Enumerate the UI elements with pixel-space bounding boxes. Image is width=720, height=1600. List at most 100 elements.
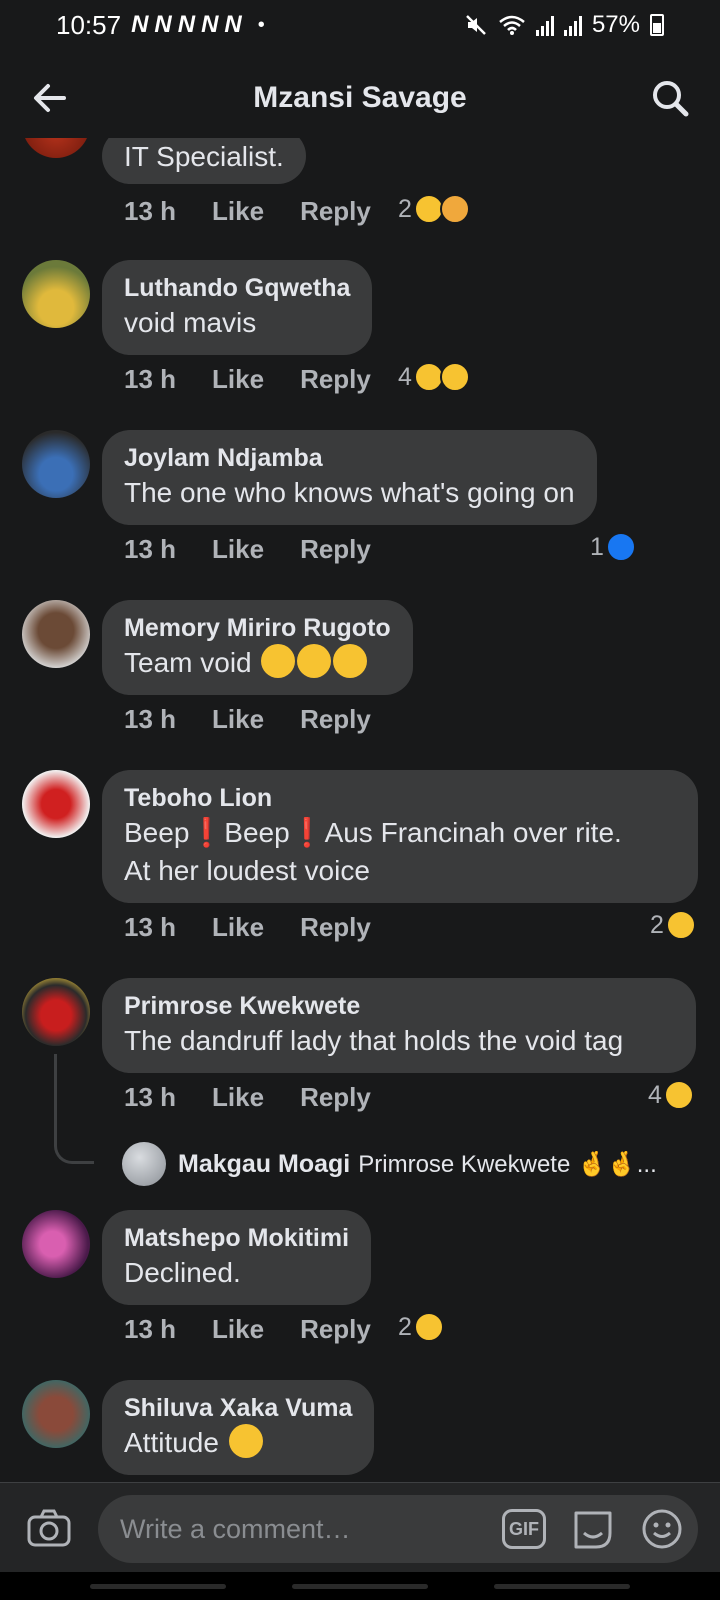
reply-author[interactable]: Makgau Moagi	[178, 1150, 350, 1179]
like-button[interactable]: Like	[212, 912, 264, 943]
like-button[interactable]: Like	[212, 196, 264, 227]
avatar[interactable]	[22, 600, 90, 668]
comment-actions: 13 h Like Reply	[124, 364, 407, 395]
comment-bubble[interactable]: Primrose Kwekwete The dandruff lady that…	[102, 978, 696, 1073]
comment-time: 13 h	[124, 1082, 177, 1112]
page-title: Mzansi Savage	[253, 81, 467, 114]
eye-roll-emoji-icon	[228, 1424, 263, 1458]
reply-button[interactable]: Reply	[300, 196, 371, 227]
reaction-count: 2	[398, 1312, 412, 1341]
camera-icon[interactable]	[26, 1507, 72, 1549]
commenter-name[interactable]: Teboho Lion	[124, 782, 676, 814]
reaction-summary[interactable]: 2	[398, 194, 470, 224]
status-time: 10:57	[56, 9, 122, 40]
laugh-emoji-icon	[665, 910, 696, 940]
rofl-emoji-icon	[333, 644, 368, 678]
comment-time: 13 h	[124, 912, 177, 942]
comment-text-line2: At her loudest voice	[124, 855, 370, 886]
avatar[interactable]	[122, 1142, 166, 1186]
like-button[interactable]: Like	[212, 1314, 264, 1345]
comment-actions: 13 h Like Reply	[124, 704, 407, 735]
comment-bubble[interactable]: Matshepo Mokitimi Declined.	[102, 1210, 372, 1305]
like-button[interactable]: Like	[212, 704, 264, 735]
comment-bubble[interactable]: Shiluva Xaka Vuma Attitude	[102, 1380, 375, 1475]
comment-text: IT Specialist.	[124, 141, 284, 172]
comment-actions: 13 h Like Reply	[124, 1314, 407, 1345]
comment-time: 13 h	[124, 364, 177, 394]
search-icon[interactable]	[648, 76, 692, 120]
like-button[interactable]: Like	[212, 534, 264, 565]
mute-icon	[466, 15, 486, 35]
like-button[interactable]: Like	[212, 364, 264, 395]
text-segment: Aus Francinah over rite.	[324, 817, 622, 848]
notification-icons: NNNNN	[131, 11, 248, 38]
comment-text: Attitude	[124, 1427, 219, 1458]
reply-text: Primrose Kwekwete 🤞🤞...	[358, 1150, 657, 1178]
battery-percent: 57%	[591, 11, 640, 38]
comment-text-line1: Beep❗Beep❗Aus Francinah over rite.	[124, 814, 676, 852]
avatar[interactable]	[22, 770, 90, 838]
signal-icon-2	[563, 14, 582, 36]
system-nav-bar	[0, 1572, 720, 1600]
gif-button[interactable]: GIF	[502, 1509, 546, 1549]
nav-pill[interactable]	[292, 1584, 428, 1589]
reaction-summary[interactable]: 2	[650, 910, 696, 940]
wifi-icon	[499, 15, 525, 35]
reply-button[interactable]: Reply	[300, 534, 371, 565]
reaction-count: 2	[650, 910, 664, 939]
commenter-name[interactable]: Memory Miriro Rugoto	[124, 612, 391, 644]
reply-button[interactable]: Reply	[300, 704, 371, 735]
reaction-summary[interactable]: 4	[648, 1080, 694, 1110]
comment-bubble[interactable]: Teboho Lion Beep❗Beep❗Aus Francinah over…	[102, 770, 698, 903]
header: Mzansi Savage	[0, 58, 720, 138]
commenter-name[interactable]: Joylam Ndjamba	[124, 442, 575, 474]
emoji-icon[interactable]	[640, 1507, 684, 1551]
comment-bubble[interactable]: Luthando Gqwetha void mavis	[102, 260, 373, 355]
avatar[interactable]	[22, 260, 90, 328]
comment-bubble[interactable]: Memory Miriro Rugoto Team void	[102, 600, 413, 695]
sticker-icon[interactable]	[570, 1507, 616, 1551]
reaction-summary[interactable]: 2	[398, 1312, 444, 1342]
commenter-name[interactable]: Shiluva Xaka Vuma	[124, 1392, 352, 1424]
reply-button[interactable]: Reply	[300, 1082, 371, 1113]
reply-button[interactable]: Reply	[300, 912, 371, 943]
care-emoji-icon	[439, 194, 470, 224]
reaction-count: 1	[590, 532, 604, 561]
rofl-emoji-icon	[261, 644, 296, 678]
reaction-summary[interactable]: 1	[590, 532, 636, 562]
thread-line	[54, 1054, 94, 1164]
nav-pill[interactable]	[494, 1584, 630, 1589]
signal-icon	[535, 14, 554, 36]
comment-text: Team void	[124, 647, 252, 678]
nav-pill[interactable]	[90, 1584, 226, 1589]
exclamation-icon: ❗	[189, 817, 225, 848]
status-dot: •	[257, 13, 265, 36]
comment-bubble[interactable]: IT Specialist.	[102, 138, 306, 184]
commenter-name[interactable]: Matshepo Mokitimi	[124, 1222, 349, 1254]
comment-text: void mavis	[124, 307, 257, 338]
comment-text: The dandruff lady that holds the void ta…	[124, 1025, 624, 1056]
comment-text-row: Team void	[124, 644, 391, 682]
avatar[interactable]	[22, 978, 90, 1046]
comment-feed[interactable]: IT Specialist. 13 h Like Reply 2 Luthand…	[0, 138, 720, 1480]
avatar[interactable]	[22, 430, 90, 498]
text-segment: Beep	[224, 817, 290, 848]
comment-actions: 13 h Like Reply	[124, 196, 407, 227]
reaction-summary[interactable]: 4	[398, 362, 470, 392]
comment-bubble[interactable]: Joylam Ndjamba The one who knows what's …	[102, 430, 597, 525]
like-button[interactable]: Like	[212, 1082, 264, 1113]
avatar[interactable]	[22, 138, 90, 158]
exclamation-icon: ❗	[289, 817, 325, 848]
reply-preview[interactable]: Makgau Moagi Primrose Kwekwete 🤞🤞...	[122, 1142, 657, 1186]
reaction-count: 4	[398, 362, 412, 391]
commenter-name[interactable]: Luthando Gqwetha	[124, 272, 350, 304]
arrow-left-icon[interactable]	[28, 76, 72, 120]
comment-time: 13 h	[124, 196, 177, 226]
comment-text-row: Attitude	[124, 1424, 352, 1462]
commenter-name[interactable]: Primrose Kwekwete	[124, 990, 674, 1022]
reply-button[interactable]: Reply	[300, 1314, 371, 1345]
avatar[interactable]	[22, 1380, 90, 1448]
avatar[interactable]	[22, 1210, 90, 1278]
reply-button[interactable]: Reply	[300, 364, 371, 395]
text-segment: Beep	[124, 817, 190, 848]
